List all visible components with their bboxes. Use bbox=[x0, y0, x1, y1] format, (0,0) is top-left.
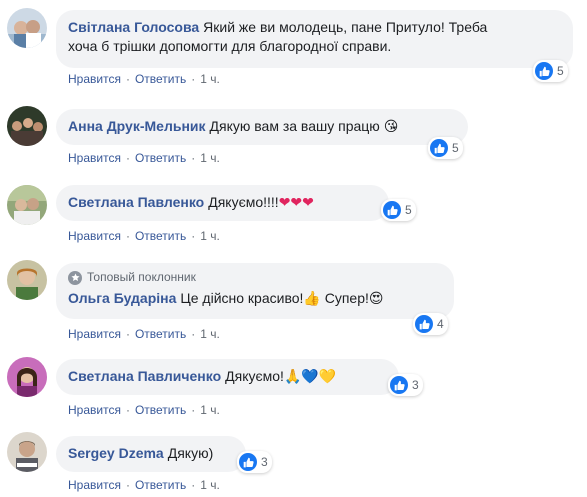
reaction-summary[interactable]: 3 bbox=[388, 374, 423, 396]
separator: · bbox=[125, 478, 130, 492]
separator: · bbox=[125, 403, 130, 417]
thumbs-up-icon bbox=[535, 62, 553, 80]
comment-timestamp[interactable]: 1 ч. bbox=[200, 229, 220, 243]
comment-bubble: Светлана Павличенко Дякуємо!🙏💙💛 bbox=[56, 359, 399, 395]
reaction-count: 3 bbox=[261, 455, 268, 469]
like-link[interactable]: Нравится bbox=[68, 327, 121, 341]
thumbs-up-icon bbox=[430, 139, 448, 157]
comment-text: Дякуємо!!!! bbox=[208, 194, 279, 210]
avatar[interactable] bbox=[7, 260, 47, 300]
reply-link[interactable]: Ответить bbox=[135, 327, 186, 341]
comment-text: Дякую вам за вашу працю bbox=[209, 118, 380, 134]
reaction-summary[interactable]: 5 bbox=[428, 137, 463, 159]
thumbs-up-emoji: 👍 bbox=[303, 291, 321, 307]
comment-text: Дякую) bbox=[167, 445, 214, 461]
comment-author[interactable]: Sergey Dzema bbox=[68, 445, 164, 461]
reaction-count: 5 bbox=[452, 141, 459, 155]
comment-text-line2: хоча б трішки допомогти для благородної … bbox=[68, 38, 392, 54]
separator: · bbox=[191, 327, 196, 341]
separator: · bbox=[125, 229, 130, 243]
thumbs-up-icon bbox=[415, 315, 433, 333]
comment-bubble: Світлана Голосова Який же ви молодець, па… bbox=[56, 10, 573, 68]
reply-link[interactable]: Ответить bbox=[135, 403, 186, 417]
comment-actions: Нравится · Ответить · 1 ч. bbox=[68, 478, 220, 492]
thumbs-up-icon bbox=[383, 201, 401, 219]
separator: · bbox=[191, 403, 196, 417]
top-fan-badge: Топовый поклонник bbox=[68, 268, 442, 287]
reaction-summary[interactable]: 5 bbox=[533, 60, 568, 82]
comment-actions: Нравится · Ответить · 1 ч. bbox=[68, 403, 220, 417]
thumbs-up-icon bbox=[390, 376, 408, 394]
reaction-summary[interactable]: 4 bbox=[413, 313, 448, 335]
comment-text-2: Супер! bbox=[320, 290, 369, 306]
reaction-count: 4 bbox=[437, 317, 444, 331]
reply-link[interactable]: Ответить bbox=[135, 72, 186, 86]
comment-author[interactable]: Светлана Павличенко bbox=[68, 368, 221, 384]
avatar[interactable] bbox=[7, 106, 47, 146]
comment-actions: Нравится · Ответить · 1 ч. bbox=[68, 229, 220, 243]
reaction-count: 3 bbox=[412, 378, 419, 392]
comment-timestamp[interactable]: 1 ч. bbox=[200, 72, 220, 86]
comment-actions: Нравится · Ответить · 1 ч. bbox=[68, 327, 220, 341]
hearts-emoji: ❤❤❤ bbox=[278, 195, 314, 211]
reply-link[interactable]: Ответить bbox=[135, 229, 186, 243]
separator: · bbox=[125, 151, 130, 165]
comment-actions: Нравится · Ответить · 1 ч. bbox=[68, 151, 220, 165]
like-link[interactable]: Нравится bbox=[68, 72, 121, 86]
separator: · bbox=[191, 151, 196, 165]
heart-eyes-emoji: 😍 bbox=[368, 291, 384, 307]
comment-timestamp[interactable]: 1 ч. bbox=[200, 403, 220, 417]
reply-link[interactable]: Ответить bbox=[135, 478, 186, 492]
thumbs-up-icon bbox=[239, 453, 257, 471]
comment-text: Це дійсно красиво! bbox=[180, 290, 304, 306]
comment-timestamp[interactable]: 1 ч. bbox=[200, 327, 220, 341]
kiss-emoji: 😘 bbox=[383, 119, 399, 135]
comment-author[interactable]: Світлана Голосова bbox=[68, 19, 199, 35]
comment-timestamp[interactable]: 1 ч. bbox=[200, 478, 220, 492]
avatar[interactable] bbox=[7, 357, 47, 397]
comment-author[interactable]: Светлана Павленко bbox=[68, 194, 204, 210]
comment-actions: Нравится · Ответить · 1 ч. bbox=[68, 72, 220, 86]
avatar[interactable] bbox=[7, 432, 47, 472]
reaction-count: 5 bbox=[557, 64, 564, 78]
separator: · bbox=[191, 478, 196, 492]
reaction-summary[interactable]: 3 bbox=[237, 451, 272, 473]
separator: · bbox=[191, 229, 196, 243]
comment-author[interactable]: Ольга Бударіна bbox=[68, 290, 176, 306]
comment-timestamp[interactable]: 1 ч. bbox=[200, 151, 220, 165]
reaction-summary[interactable]: 5 bbox=[381, 199, 416, 221]
comment-bubble: Sergey Dzema Дякую) bbox=[56, 436, 246, 472]
badge-label: Топовый поклонник bbox=[87, 270, 196, 284]
comment-bubble: Анна Друк-Мельник Дякую вам за вашу працю… bbox=[56, 109, 468, 145]
like-link[interactable]: Нравится bbox=[68, 151, 121, 165]
reaction-count: 5 bbox=[405, 203, 412, 217]
like-link[interactable]: Нравится bbox=[68, 403, 121, 417]
separator: · bbox=[125, 72, 130, 86]
star-icon bbox=[68, 270, 82, 285]
comment-text: Який же ви молодець, пане Притуло! Треба bbox=[203, 19, 488, 35]
avatar[interactable] bbox=[7, 185, 47, 225]
separator: · bbox=[191, 72, 196, 86]
reply-link[interactable]: Ответить bbox=[135, 151, 186, 165]
comment-text: Дякуємо! bbox=[225, 368, 284, 384]
comment-bubble: Топовый поклонник Ольга Бударіна Це дійсн… bbox=[56, 263, 454, 319]
pray-hearts-emoji: 🙏💙💛 bbox=[283, 369, 337, 385]
separator: · bbox=[125, 327, 130, 341]
like-link[interactable]: Нравится bbox=[68, 229, 121, 243]
comment-author[interactable]: Анна Друк-Мельник bbox=[68, 118, 206, 134]
like-link[interactable]: Нравится bbox=[68, 478, 121, 492]
avatar[interactable] bbox=[7, 8, 47, 48]
comment-bubble: Светлана Павленко Дякуємо!!!!❤❤❤ bbox=[56, 185, 389, 221]
